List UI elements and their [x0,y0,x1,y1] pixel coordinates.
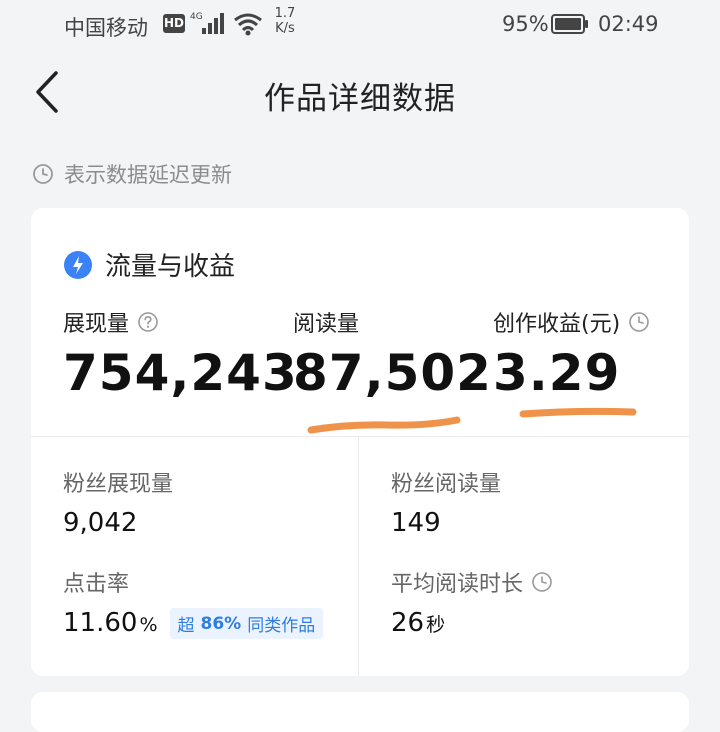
clock-icon [532,572,552,592]
divider [31,436,689,437]
badge-suffix: 同类作品 [247,616,316,636]
signal-icon: 4G [190,12,224,34]
click-rate: 点击率 11.60 % 超 86% 同类作品 [63,566,324,639]
sub-label: 平均阅读时长 [391,572,524,597]
card-header: 流量与收益 [63,246,235,283]
metric-revenue: 创作收益(元) 3.29 [493,306,650,402]
speed-unit: K/s [275,21,295,36]
sub-value: 9,042 [63,508,138,538]
reads-underline [307,416,461,434]
metric-label: 展现量 [63,312,130,337]
traffic-drop-icon [64,250,92,279]
fans-impressions: 粉丝展现量 9,042 [63,466,173,538]
page-title: 作品详细数据 [264,81,456,117]
network-speed: 1.7 K/s [270,6,300,36]
battery-percent: 95% [502,12,549,36]
clock-icon [33,164,53,184]
metric-impressions: 展现量 754,243 [63,306,298,402]
badge-prefix: 超 [177,616,195,636]
traffic-revenue-card: 流量与收益 展现量 754,243 阅读量 87,502 创作收益(元) 3.2… [31,208,689,676]
next-card [31,692,689,732]
sub-label: 点击率 [63,572,130,597]
card-title: 流量与收益 [105,252,236,282]
metric-label: 阅读量 [293,312,360,337]
wifi-icon [234,13,262,36]
delay-hint-text: 表示数据延迟更新 [64,163,232,187]
revenue-underline [519,407,637,418]
network-type: 4G [190,12,203,22]
sub-value: 11.60 [63,608,138,638]
sub-value: 149 [391,508,441,538]
badge-value: 86% [200,613,242,634]
battery-icon [551,14,588,34]
sub-unit: % [139,614,158,636]
clock-icon [629,312,649,332]
metric-label: 创作收益(元) [493,312,621,337]
speed-value: 1.7 [274,6,296,21]
clock: 02:49 [598,12,659,36]
metric-value: 87,502 [293,344,492,402]
carrier-name: 中国移动 [64,16,148,40]
nav-bar: 作品详细数据 [0,55,720,131]
help-icon[interactable] [137,311,159,333]
comparison-badge: 超 86% 同类作品 [169,608,324,639]
sub-unit: 秒 [426,614,446,636]
avg-read-time: 平均阅读时长 26 秒 [391,566,553,638]
sub-label: 粉丝展现量 [63,472,174,497]
status-bar: 中国移动 HD 4G 1.7 K/s 95% 02:49 [0,0,720,50]
metric-reads: 阅读量 87,502 [293,306,492,402]
sub-label: 粉丝阅读量 [391,472,502,497]
hd-icon: HD [163,14,185,33]
sub-value: 26 [391,608,425,638]
divider [358,437,359,676]
metric-value: 754,243 [63,344,298,402]
fans-reads: 粉丝阅读量 149 [391,466,501,538]
delay-hint: 表示数据延迟更新 [32,158,232,190]
metric-value: 3.29 [493,344,621,402]
